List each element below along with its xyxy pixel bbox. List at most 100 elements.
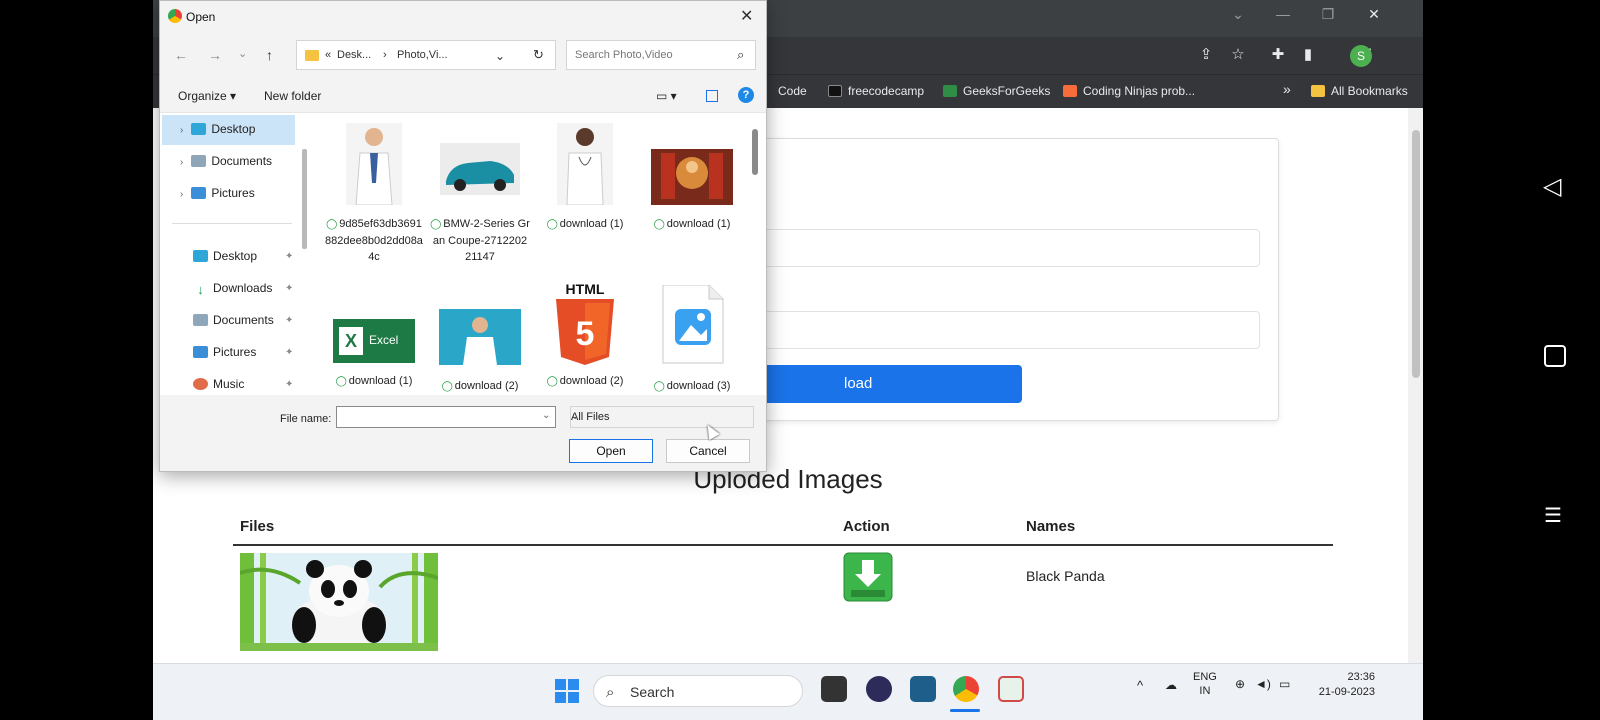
organize-button[interactable]: Organize ▾ bbox=[178, 89, 236, 103]
gfg-icon bbox=[943, 85, 957, 97]
pin-icon: ✦ bbox=[285, 315, 294, 326]
painting-thumbnail bbox=[651, 149, 733, 205]
chevron-down-icon[interactable]: ⌄ bbox=[542, 410, 550, 421]
vscode-icon[interactable] bbox=[910, 676, 936, 702]
maximize-icon[interactable]: ❐ bbox=[1313, 6, 1343, 23]
minimize-icon[interactable]: — bbox=[1268, 6, 1298, 22]
android-back-icon[interactable]: ◁ bbox=[1543, 172, 1561, 201]
eclipse-icon[interactable] bbox=[866, 676, 892, 702]
view-options-icon[interactable]: ▭ ▾ bbox=[656, 89, 677, 103]
profile-avatar[interactable]: S bbox=[1350, 45, 1372, 67]
files-scrollbar[interactable] bbox=[752, 129, 758, 175]
battery-icon[interactable]: ▭ bbox=[1279, 677, 1290, 691]
page-scrollbar[interactable] bbox=[1408, 108, 1423, 663]
file-item[interactable]: ◯ BMW-2-Series Gran Coupe-271220221147 bbox=[430, 123, 530, 265]
taskbar-search[interactable]: ⌕ Search bbox=[593, 675, 803, 707]
new-folder-button[interactable]: New folder bbox=[264, 89, 321, 103]
extensions-icon[interactable]: ✚ bbox=[1267, 45, 1289, 63]
preview-pane-icon[interactable] bbox=[706, 90, 718, 102]
quick-documents[interactable]: Documents ✦ bbox=[193, 313, 293, 327]
task-view-icon[interactable] bbox=[821, 676, 847, 702]
up-icon[interactable]: ↑ bbox=[266, 47, 273, 63]
taskbar: ⌕ Search ^ ☁ ENG IN ⊕ ◄) ▭ 23:36 21-09-2… bbox=[153, 663, 1423, 720]
bookmark-geeksforgeeks[interactable]: GeeksForGeeks bbox=[943, 84, 1050, 98]
recent-dropdown-icon[interactable]: ⌄ bbox=[238, 47, 247, 60]
synced-icon: ◯ bbox=[653, 219, 665, 230]
snipping-tool-icon[interactable] bbox=[998, 676, 1024, 702]
star-icon[interactable]: ☆ bbox=[1227, 45, 1249, 63]
upload-file-input[interactable] bbox=[684, 311, 1260, 349]
pin-icon: ✦ bbox=[285, 251, 294, 262]
quick-pictures[interactable]: Pictures ✦ bbox=[193, 345, 293, 359]
page-scroll-thumb[interactable] bbox=[1412, 130, 1420, 378]
html5-thumbnail: HTML 5 bbox=[544, 281, 626, 367]
close-window-icon[interactable]: ✕ bbox=[1359, 6, 1389, 23]
file-item[interactable]: ◯ download (1) bbox=[642, 123, 742, 233]
side-panel-icon[interactable]: ▮ bbox=[1297, 45, 1319, 63]
bookmark-freecodecamp[interactable]: freecodecamp bbox=[828, 84, 924, 98]
nav-divider bbox=[172, 223, 292, 224]
nav-tree-documents[interactable]: › Documents bbox=[180, 154, 272, 168]
header-files: Files bbox=[240, 518, 275, 535]
network-icon[interactable]: ⊕ bbox=[1235, 677, 1245, 691]
doctor-thumbnail bbox=[557, 123, 613, 206]
file-item[interactable]: ◯ download (3) bbox=[642, 284, 742, 395]
file-item[interactable]: ◯ download (1) bbox=[535, 123, 635, 233]
open-button[interactable]: Open bbox=[569, 439, 653, 463]
chevron-down-icon[interactable]: ⌄ bbox=[495, 49, 505, 63]
chevron-down-icon[interactable]: ⌄ bbox=[1223, 6, 1253, 23]
search-icon: ⌕ bbox=[606, 684, 615, 701]
forward-icon[interactable]: → bbox=[208, 47, 222, 63]
android-home-icon[interactable] bbox=[1544, 345, 1566, 367]
chrome-icon bbox=[168, 9, 182, 23]
android-menu-icon[interactable]: ☰ bbox=[1544, 506, 1562, 526]
file-name-input[interactable] bbox=[336, 406, 556, 428]
clock[interactable]: 23:36 21-09-2023 bbox=[1315, 670, 1375, 700]
chevron-down-icon: ⌄ bbox=[571, 411, 580, 422]
file-item[interactable]: HTML 5 ◯ download (2) bbox=[535, 281, 635, 390]
volume-icon[interactable]: ◄) bbox=[1255, 677, 1271, 691]
file-type-select[interactable]: All Files ⌄ bbox=[570, 406, 754, 428]
search-input[interactable]: Search Photo,Video ⌕ bbox=[566, 40, 756, 70]
file-item[interactable]: X Excel ◯ download (1) bbox=[324, 285, 424, 390]
refresh-icon[interactable]: ↻ bbox=[533, 47, 544, 63]
coding-ninjas-icon bbox=[1063, 85, 1077, 97]
cancel-button[interactable]: Cancel bbox=[666, 439, 750, 463]
files-pane: ◯ 9d85ef63db3691882dee8b0d2dd08a4c ◯ BMW-2… bbox=[310, 113, 766, 395]
quick-music[interactable]: Music ✦ bbox=[193, 377, 293, 391]
language-indicator[interactable]: ENG IN bbox=[1193, 670, 1217, 698]
share-icon[interactable]: ⇪ bbox=[1195, 45, 1217, 63]
synced-icon: ◯ bbox=[546, 219, 558, 230]
synced-icon: ◯ bbox=[546, 376, 558, 387]
close-icon[interactable]: ✕ bbox=[740, 6, 753, 26]
quick-downloads[interactable]: ↓ Downloads ✦ bbox=[193, 281, 293, 297]
upload-name-input[interactable] bbox=[684, 229, 1260, 267]
pin-icon: ✦ bbox=[285, 379, 294, 390]
dialog-toolbar: Organize ▾ New folder ▭ ▾ ? bbox=[160, 79, 766, 113]
doctor-thumbnail bbox=[439, 309, 521, 365]
all-bookmarks[interactable]: All Bookmarks bbox=[1311, 84, 1408, 98]
chevron-up-icon[interactable]: ^ bbox=[1137, 678, 1143, 693]
download-button[interactable] bbox=[843, 552, 893, 602]
cloud-icon[interactable]: ☁ bbox=[1165, 678, 1177, 692]
nav-tree-pictures[interactable]: › Pictures bbox=[180, 186, 255, 200]
chrome-icon[interactable] bbox=[953, 676, 979, 702]
desktop-screen: ⌄ — ❐ ✕ ⇪ ☆ ✚ ▮ ⋮ S Code freecodecamp Ge… bbox=[153, 0, 1423, 720]
help-icon[interactable]: ? bbox=[738, 87, 754, 103]
nav-tree-desktop[interactable]: › Desktop bbox=[180, 122, 255, 136]
synced-icon: ◯ bbox=[326, 219, 338, 230]
pin-icon: ✦ bbox=[285, 283, 294, 294]
nav-scrollbar[interactable] bbox=[302, 149, 307, 249]
header-names: Names bbox=[1026, 518, 1076, 535]
back-icon[interactable]: ← bbox=[174, 47, 188, 63]
bookmark-coding-ninjas[interactable]: Coding Ninjas prob... bbox=[1063, 84, 1195, 98]
windows-start-icon[interactable] bbox=[555, 679, 579, 703]
file-item[interactable]: ◯ download (2) bbox=[430, 285, 530, 395]
quick-desktop[interactable]: Desktop ✦ bbox=[193, 249, 293, 263]
more-bookmarks-icon[interactable]: » bbox=[1283, 81, 1291, 97]
address-bar[interactable]: « Desk... › Photo,Vi... ⌄ ↻ bbox=[296, 40, 556, 70]
file-item[interactable]: ◯ 9d85ef63db3691882dee8b0d2dd08a4c bbox=[324, 123, 424, 265]
doctor-thumbnail bbox=[346, 123, 402, 206]
dialog-navigation: ← → ⌄ ↑ « Desk... › Photo,Vi... ⌄ ↻ Sear… bbox=[160, 33, 766, 79]
bookmark-code[interactable]: Code bbox=[778, 84, 807, 98]
